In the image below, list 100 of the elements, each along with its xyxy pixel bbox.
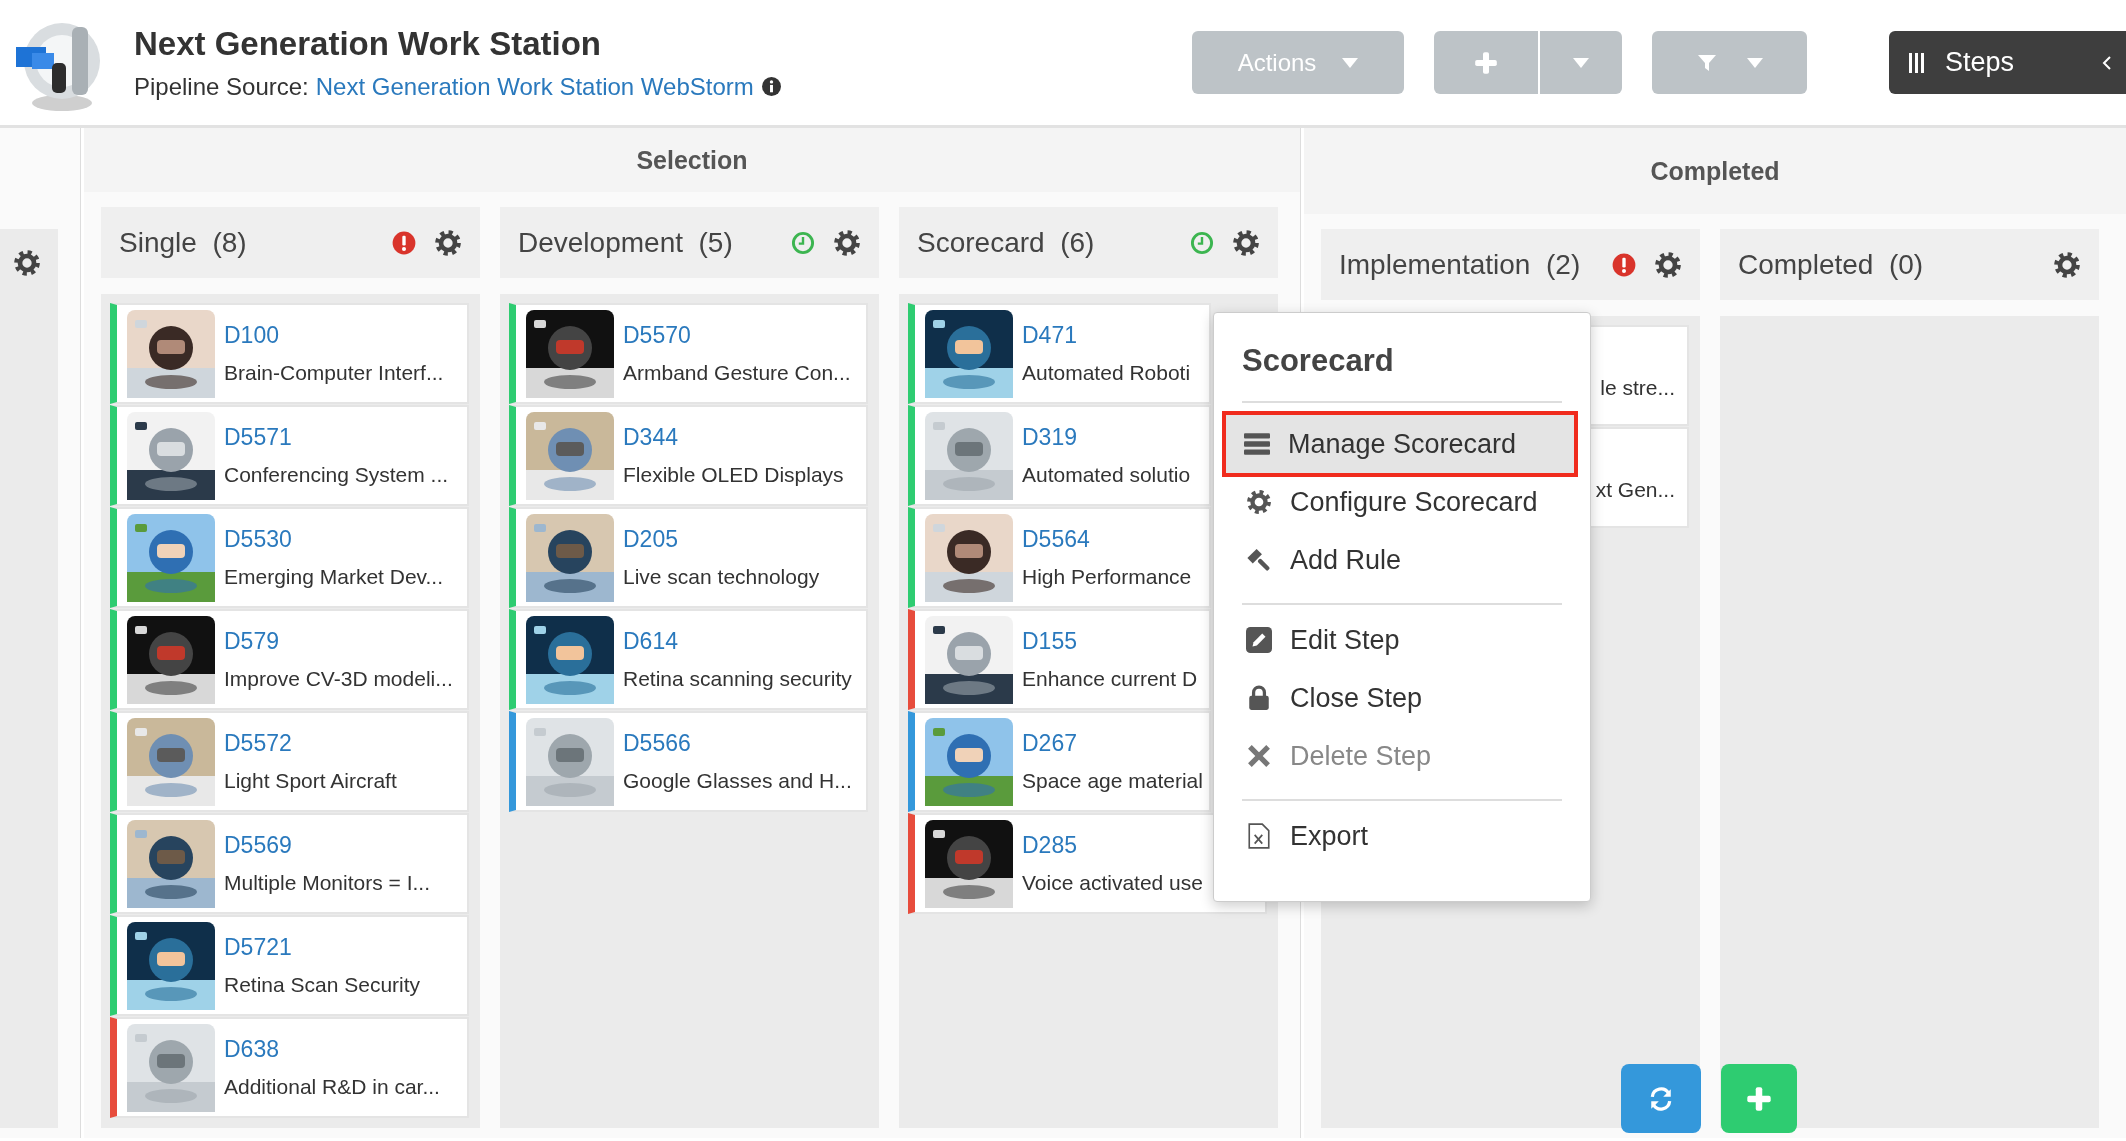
card-code-link[interactable]: D155 [1022,628,1198,655]
refresh-icon [1648,1085,1674,1112]
card-code-link[interactable]: D5530 [224,526,443,553]
caret-icon [1573,57,1589,68]
card-title: Conferencing System ... [224,463,449,487]
card[interactable]: D5570 Armband Gesture Con... [509,303,868,404]
card[interactable]: D5569 Multiple Monitors = I... [110,813,469,914]
card-title: Armband Gesture Con... [623,361,851,385]
card[interactable]: D5566 Google Glasses and H... [509,711,868,812]
card-code-link[interactable]: D638 [224,1036,440,1063]
card[interactable]: D5721 Retina Scan Security [110,915,469,1016]
card-code-link[interactable]: D267 [1022,730,1203,757]
card-title: Light Sport Aircraft [224,769,397,793]
columns-icon [1909,51,1925,74]
card-title: Space age material [1022,769,1203,793]
edit-icon [1246,627,1272,653]
card-code-link[interactable]: D5564 [1022,526,1192,553]
card[interactable]: D344 Flexible OLED Displays [509,405,868,506]
source-label: Pipeline Source: [134,72,309,101]
column-title: Development (5) [518,226,733,259]
group-title: Completed [1650,156,1780,186]
card[interactable]: D5572 Light Sport Aircraft [110,711,469,812]
card[interactable]: D579 Improve CV-3D modeli... [110,609,469,710]
card-code-link[interactable]: D5572 [224,730,397,757]
card-title: Improve CV-3D modeli... [224,667,453,691]
chevron-icon [2102,54,2112,71]
menu-item[interactable]: Close Step [1242,669,1562,727]
column-title: Implementation (2) [1339,248,1581,281]
card-title: Live scan technology [623,565,820,589]
card-title: le stre... [1600,376,1675,400]
plus-icon [1474,50,1498,75]
card-title: Automated solutio [1022,463,1191,487]
card-title: Google Glasses and H... [623,769,852,793]
card-title: xt Gen... [1595,478,1675,502]
plus-icon [1746,1085,1772,1112]
document-icon [1246,823,1272,849]
card[interactable]: D267 Space age material [908,711,1211,812]
card-title: Automated Roboti [1022,361,1191,385]
column-title: Completed (0) [1738,248,1924,281]
card-title: Multiple Monitors = I... [224,871,430,895]
alert-icon [392,230,416,255]
card[interactable]: D155 Enhance current D [908,609,1211,710]
card-code-link[interactable]: D614 [623,628,852,655]
caret-icon [1342,57,1359,68]
card-title: Additional R&D in car... [224,1075,440,1099]
lock-icon [1246,685,1272,711]
group-title: Selection [636,145,748,175]
card-code-link[interactable]: D5571 [224,424,449,451]
steps-button[interactable]: Steps [1889,31,2126,94]
menu-item[interactable]: Add Rule [1242,531,1562,589]
card[interactable]: D5571 Conferencing System ... [110,405,469,506]
card-code-link[interactable]: D579 [224,628,453,655]
settings-icon[interactable] [13,249,41,277]
clock-icon [1190,230,1214,255]
card-code-link[interactable]: D344 [623,424,844,451]
card-title: High Performance [1022,565,1192,589]
info-icon[interactable] [760,76,782,97]
card-title: Enhance current D [1022,667,1198,691]
card-title: Brain-Computer Interf... [224,361,444,385]
card[interactable]: D5564 High Performance [908,507,1211,608]
card-code-link[interactable]: D205 [623,526,820,553]
settings-icon[interactable] [2053,250,2081,279]
card-title: Retina scanning security [623,667,852,691]
gavel-icon [1246,547,1272,573]
card-title: Voice activated use [1022,871,1203,895]
list-icon [1244,431,1270,457]
card-code-link[interactable]: D5569 [224,832,430,859]
filter-icon [1696,52,1717,73]
card[interactable]: D205 Live scan technology [509,507,868,608]
card[interactable]: D614 Retina scanning security [509,609,868,710]
card[interactable]: D471 Automated Roboti [908,303,1211,404]
card-title: Flexible OLED Displays [623,463,844,487]
caret-icon [1746,57,1763,68]
card[interactable]: D100 Brain-Computer Interf... [110,303,469,404]
column-title: Single (8) [119,226,247,259]
settings-icon[interactable] [434,228,462,257]
card[interactable]: D638 Additional R&D in car... [110,1017,469,1118]
close-icon [1246,743,1272,769]
refresh-button[interactable] [1621,1064,1701,1133]
card-code-link[interactable]: D5721 [224,934,421,961]
settings-icon[interactable] [833,228,861,257]
column-title: Scorecard (6) [917,226,1095,259]
card-title: Retina Scan Security [224,973,421,997]
menu-title: Scorecard [1242,313,1562,403]
settings-icon[interactable] [1654,250,1682,279]
menu-item[interactable]: Configure Scorecard [1242,473,1562,531]
card-code-link[interactable]: D5566 [623,730,852,757]
source-link[interactable]: Next Generation Work Station WebStorm [315,72,754,101]
card-code-link[interactable]: D100 [224,322,444,349]
settings-icon [1246,489,1272,515]
card-code-link[interactable]: D471 [1022,322,1191,349]
alert-icon [1612,252,1636,277]
page-title: Next Generation Work Station [134,24,602,63]
card-code-link[interactable]: D5570 [623,322,851,349]
card[interactable]: D5530 Emerging Market Dev... [110,507,469,608]
card[interactable]: D319 Automated solutio [908,405,1211,506]
settings-icon[interactable] [1232,228,1260,257]
card-code-link[interactable]: D319 [1022,424,1191,451]
menu-item[interactable]: Edit Step [1242,611,1562,669]
card-code-link[interactable]: D285 [1022,832,1203,859]
